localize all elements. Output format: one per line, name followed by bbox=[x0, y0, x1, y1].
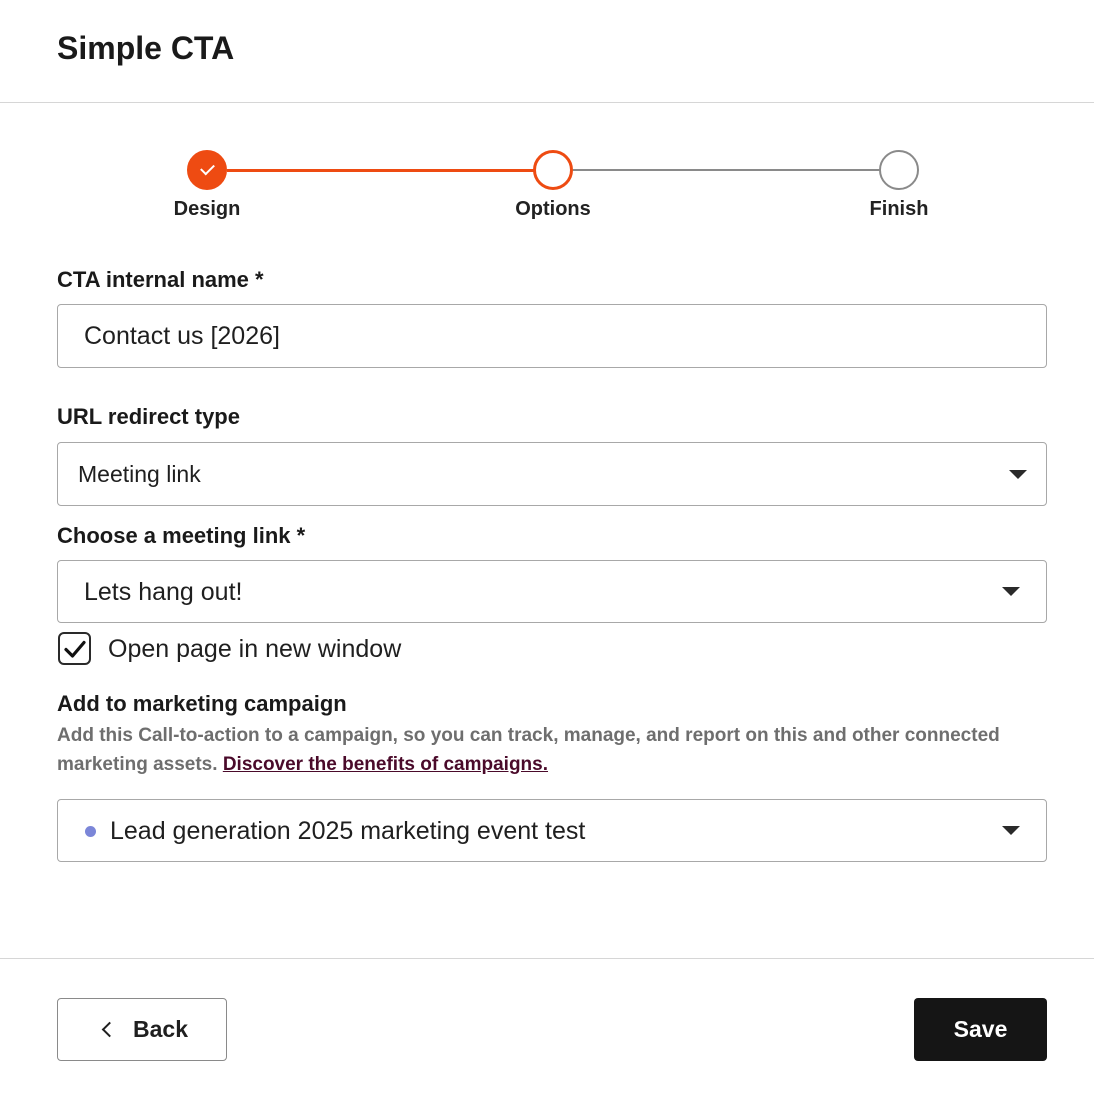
campaign-label: Add to marketing campaign bbox=[57, 691, 347, 716]
cta-name-label: CTA internal name * bbox=[57, 267, 264, 292]
redirect-type-value: Meeting link bbox=[78, 461, 201, 487]
footer-divider bbox=[0, 958, 1094, 959]
cta-editor-page: Simple CTA Design Options Finish CTA int… bbox=[0, 0, 1094, 1098]
redirect-type-label: URL redirect type bbox=[57, 404, 240, 429]
save-button-label: Save bbox=[953, 1016, 1008, 1042]
cta-name-value: Contact us [2026] bbox=[84, 322, 280, 350]
chevron-down-icon bbox=[1009, 470, 1027, 479]
page-title: Simple CTA bbox=[57, 30, 235, 66]
chevron-down-icon bbox=[1002, 826, 1020, 835]
meeting-link-label: Choose a meeting link * bbox=[57, 523, 306, 548]
chevron-left-icon bbox=[101, 1021, 118, 1038]
campaign-select[interactable]: Lead generation 2025 marketing event tes… bbox=[57, 799, 1047, 862]
step-finish-node[interactable] bbox=[879, 150, 919, 190]
back-button[interactable]: Back bbox=[57, 998, 227, 1061]
campaign-color-dot bbox=[85, 826, 96, 837]
checkmark-icon bbox=[200, 160, 215, 176]
new-window-label[interactable]: Open page in new window bbox=[108, 631, 401, 667]
redirect-type-select[interactable]: Meeting link bbox=[57, 442, 1047, 506]
stepper-line-complete bbox=[227, 169, 534, 172]
campaign-help-text: Add this Call-to-action to a campaign, s… bbox=[57, 721, 1017, 779]
checkmark-icon bbox=[64, 640, 86, 658]
save-button[interactable]: Save bbox=[914, 998, 1047, 1061]
meeting-link-select[interactable]: Lets hang out! bbox=[57, 560, 1047, 623]
step-options-node[interactable] bbox=[533, 150, 573, 190]
meeting-link-value: Lets hang out! bbox=[84, 578, 243, 606]
stepper-line-pending bbox=[573, 169, 880, 171]
new-window-checkbox[interactable] bbox=[58, 632, 91, 665]
campaigns-benefits-link[interactable]: Discover the benefits of campaigns. bbox=[223, 754, 548, 775]
step-design-node[interactable] bbox=[187, 150, 227, 190]
step-design-label[interactable]: Design bbox=[127, 198, 287, 221]
cta-name-input[interactable]: Contact us [2026] bbox=[57, 304, 1047, 368]
step-finish-label[interactable]: Finish bbox=[819, 198, 979, 221]
step-options-label[interactable]: Options bbox=[473, 198, 633, 221]
campaign-value: Lead generation 2025 marketing event tes… bbox=[110, 817, 586, 845]
chevron-down-icon bbox=[1002, 587, 1020, 596]
back-button-label: Back bbox=[133, 1016, 188, 1042]
progress-stepper: Design Options Finish bbox=[0, 150, 1094, 230]
page-header: Simple CTA bbox=[0, 0, 1094, 103]
